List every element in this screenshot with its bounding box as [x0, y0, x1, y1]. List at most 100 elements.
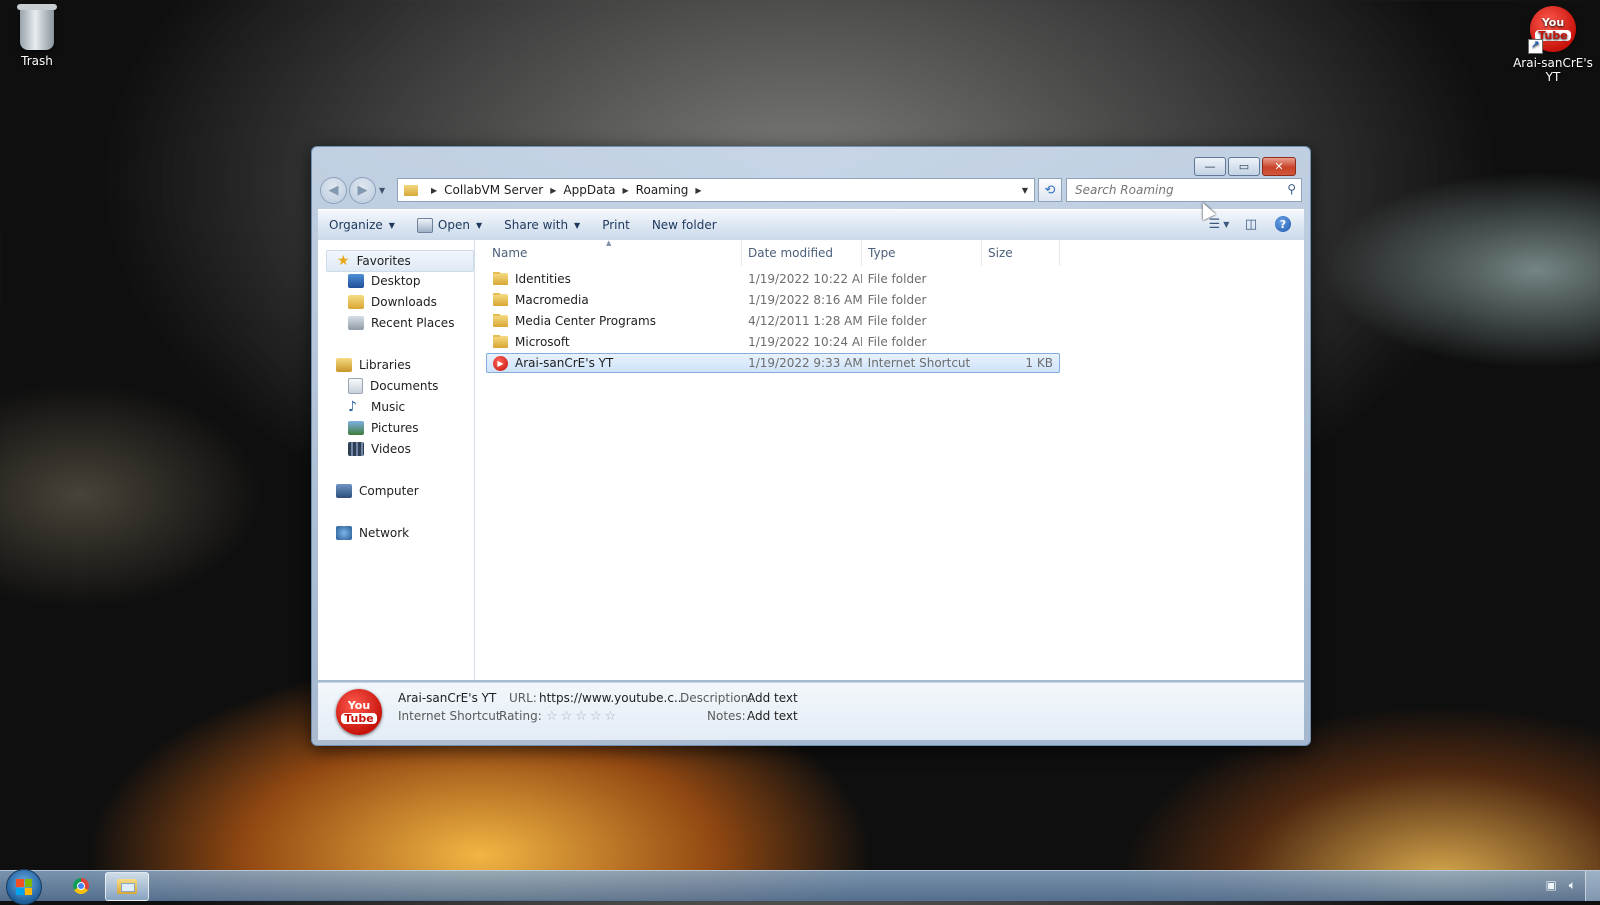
maximize-button[interactable]: ▭ [1228, 157, 1260, 176]
file-size: 1 KB [1025, 356, 1053, 370]
chevron-right-icon[interactable]: ▶ [550, 186, 556, 195]
change-view-button[interactable]: ☰ ▼ [1208, 214, 1230, 234]
chevron-right-icon[interactable]: ▶ [623, 186, 629, 195]
star-outline-icon[interactable]: ☆ [605, 709, 617, 724]
file-date: 1/19/2022 10:22 AM [748, 272, 862, 286]
taskbar-chrome[interactable] [60, 872, 102, 899]
music-icon: ♪ [348, 399, 357, 415]
refresh-icon: ⟲ [1044, 182, 1056, 198]
nav-item-videos[interactable]: Videos [348, 439, 411, 459]
address-bar[interactable]: ▶ CollabVM Server ▶ AppData ▶ Roaming ▶ … [397, 178, 1035, 202]
explorer-window: — ▭ ✕ ◀ ▶ ▼ ▶ CollabVM Server ▶ AppData … [311, 146, 1311, 746]
network-icon [336, 526, 352, 540]
downloads-icon [348, 295, 364, 309]
recent-places-icon [348, 316, 364, 330]
column-header-size[interactable]: Size [982, 240, 1060, 266]
refresh-button[interactable]: ⟲ [1038, 178, 1062, 202]
show-desktop-button[interactable] [1585, 871, 1600, 901]
star-outline-icon[interactable]: ☆ [561, 709, 573, 724]
star-icon: ★ [337, 253, 350, 269]
file-row[interactable]: Media Center Programs 4/12/2011 1:28 AM … [486, 311, 1060, 331]
taskbar-explorer[interactable] [105, 872, 149, 901]
file-date: 1/19/2022 8:16 AM [748, 293, 862, 307]
chrome-icon [73, 877, 89, 894]
volume-icon[interactable]: 🔈︎ [1569, 878, 1576, 893]
forward-button[interactable]: ▶ [349, 176, 376, 204]
notes-value[interactable]: Add text [747, 709, 798, 723]
chevron-right-icon[interactable]: ▶ [431, 186, 437, 195]
trash-icon [17, 4, 57, 50]
desktop-icon-youtube-shortcut[interactable]: You Tube ↗ Arai-sanCrE's YT [1513, 6, 1593, 84]
nav-item-music[interactable]: ♪ Music [348, 397, 405, 417]
search-icon[interactable]: ⚲ [1287, 182, 1296, 196]
folder-icon [493, 335, 508, 348]
nav-item-desktop[interactable]: Desktop [348, 271, 421, 291]
url-label: URL: [509, 691, 537, 705]
share-with-button[interactable]: Share with ▼ [493, 218, 591, 232]
open-icon [416, 217, 433, 233]
file-row[interactable]: Macromedia 1/19/2022 8:16 AM File folder [486, 290, 1060, 310]
folder-icon [493, 314, 508, 327]
help-button[interactable]: ? [1272, 214, 1294, 234]
desktop-icon-label: Trash [21, 54, 53, 68]
nav-item-computer[interactable]: Computer [336, 481, 419, 501]
file-row[interactable]: Identities 1/19/2022 10:22 AM File folde… [486, 269, 1060, 289]
description-label: Description: [680, 691, 753, 705]
back-button[interactable]: ◀ [320, 176, 347, 204]
column-header-date-modified[interactable]: Date modified [742, 240, 862, 266]
file-type: File folder [867, 335, 927, 349]
chevron-down-icon: ▼ [388, 220, 395, 230]
explorer-icon [117, 879, 137, 894]
file-type: File folder [867, 293, 927, 307]
minimize-button[interactable]: — [1194, 157, 1226, 176]
column-header-type[interactable]: Type [862, 240, 982, 266]
url-value[interactable]: https://www.youtube.c... [539, 691, 685, 705]
folder-icon [493, 293, 508, 306]
file-type: File folder [867, 272, 927, 286]
star-outline-icon[interactable]: ☆ [590, 709, 602, 724]
nav-item-network[interactable]: Network [336, 523, 409, 543]
breadcrumb-item-appdata[interactable]: AppData [563, 183, 615, 197]
chevron-down-icon: ▼ [1223, 219, 1230, 229]
close-button[interactable]: ✕ [1262, 157, 1296, 176]
organize-button[interactable]: Organize ▼ [318, 218, 406, 232]
file-row-selected[interactable]: ▶ Arai-sanCrE's YT 1/19/2022 9:33 AM Inte… [486, 353, 1060, 373]
videos-icon [348, 442, 364, 456]
file-row[interactable]: Microsoft 1/19/2022 10:24 AM File folder [486, 332, 1060, 352]
column-header-name[interactable]: Name ▲ [486, 239, 742, 266]
desktop-icon-trash[interactable]: Trash [0, 4, 77, 68]
address-history-dropdown[interactable]: ▼ [1022, 186, 1028, 195]
network-tray-icon[interactable]: ▣ [1545, 878, 1556, 893]
open-button[interactable]: Open ▼ [406, 217, 493, 233]
nav-item-recent-places[interactable]: Recent Places [348, 313, 454, 333]
command-bar: Organize ▼ Open ▼ Share with ▼ Print New fo… [318, 209, 1304, 241]
nav-item-libraries[interactable]: Libraries [336, 355, 411, 375]
file-name: Identities [515, 272, 571, 286]
details-pane: You Tube Arai-sanCrE's YT Internet Short… [318, 682, 1304, 740]
new-folder-button[interactable]: New folder [641, 218, 728, 232]
star-outline-icon[interactable]: ☆ [546, 709, 558, 724]
file-type: File folder [867, 314, 927, 328]
column-headers: Name ▲ Date modified Type Size [486, 239, 1086, 266]
nav-item-downloads[interactable]: Downloads [348, 292, 437, 312]
nav-item-pictures[interactable]: Pictures [348, 418, 419, 438]
breadcrumb-item-collabvm-server[interactable]: CollabVM Server [444, 183, 543, 197]
rating-stars[interactable]: ☆ ☆ ☆ ☆ ☆ [546, 709, 616, 724]
details-view-icon: ☰ [1208, 216, 1221, 232]
breadcrumb: ▶ CollabVM Server ▶ AppData ▶ Roaming ▶ [424, 183, 709, 197]
description-value[interactable]: Add text [747, 691, 798, 705]
system-tray: ▣ 🔈︎ [1545, 878, 1576, 893]
chevron-down-icon: ▼ [475, 220, 483, 230]
search-box[interactable]: ⚲ [1066, 178, 1302, 202]
star-outline-icon[interactable]: ☆ [575, 709, 587, 724]
navigation-bar: ◀ ▶ ▼ ▶ CollabVM Server ▶ AppData ▶ Roam… [320, 176, 1302, 204]
breadcrumb-item-roaming[interactable]: Roaming [636, 183, 689, 197]
chevron-right-icon[interactable]: ▶ [695, 186, 701, 195]
nav-item-documents[interactable]: Documents [348, 376, 438, 396]
recent-pages-dropdown[interactable]: ▼ [379, 186, 385, 195]
search-input[interactable] [1073, 182, 1282, 198]
nav-item-favorites[interactable]: ★ Favorites [326, 250, 474, 272]
print-button[interactable]: Print [591, 218, 641, 232]
preview-pane-button[interactable]: ◫ [1240, 214, 1262, 234]
youtube-icon: You Tube ↗ [1528, 6, 1576, 54]
